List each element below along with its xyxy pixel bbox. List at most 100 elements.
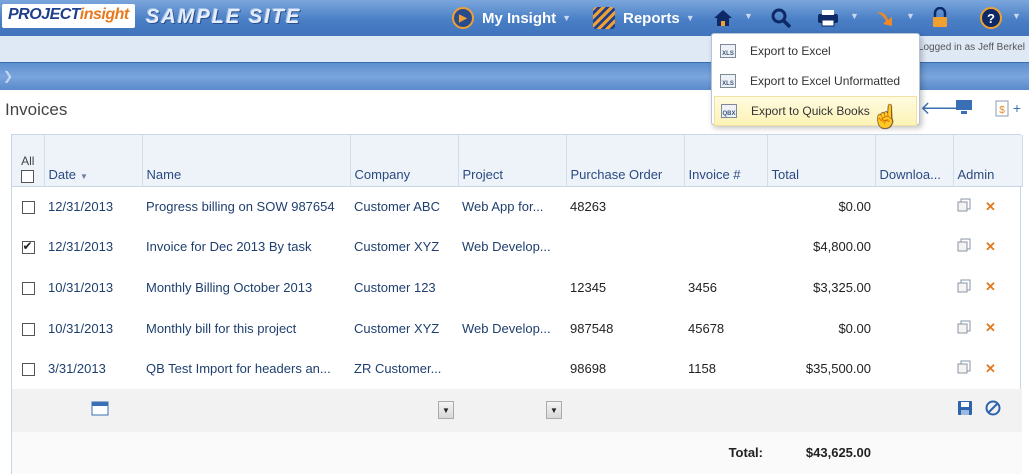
delete-icon[interactable]: ✕ [985,239,996,255]
row-checkbox[interactable] [21,282,35,296]
table-row[interactable]: 10/31/2013 Monthly Billing October 2013 Cu… [12,267,1022,308]
company-cell[interactable]: Customer XYZ [350,308,458,349]
date-cell[interactable]: 3/31/2013 [44,348,142,389]
delete-icon[interactable]: ✕ [985,320,996,336]
chevron-down-icon[interactable]: ▼ [744,11,753,21]
menu-item-export-excel[interactable]: XLS Export to Excel [712,36,919,66]
company-cell[interactable]: ZR Customer... [350,348,458,389]
invoice-number-cell: 3456 [688,279,717,295]
project-cell[interactable]: Web Develop... [458,308,566,349]
project-cell[interactable] [458,267,566,308]
column-header-purchase-order[interactable]: Purchase Order [566,135,685,187]
column-header-project[interactable]: Project [458,135,567,187]
calendar-icon[interactable] [91,401,109,420]
total-cell: $4,800.00 [813,239,871,255]
date-cell[interactable]: 12/31/2013 [44,227,142,268]
table-row[interactable]: 12/31/2013 Progress billing on SOW 987654… [12,186,1022,227]
expand-arrow-icon[interactable]: ❯ [3,69,13,83]
page-title: Invoices [5,100,68,119]
name-cell[interactable]: Monthly Billing October 2013 [142,267,350,308]
table-row[interactable]: 12/31/2013Invoice for Dec 2013 By taskCu… [12,227,1022,268]
svg-text:?: ? [987,11,995,26]
name-cell[interactable]: QB Test Import for headers an... [142,348,350,389]
total-row: Total: $43,625.00 [12,431,1022,474]
copy-icon[interactable] [957,320,973,337]
all-label: All [21,154,35,169]
row-checkbox[interactable] [21,363,35,377]
copy-icon[interactable] [957,238,973,255]
nav-my-insight-label: My Insight [482,9,557,27]
admin-cell: ✕ [953,348,1022,389]
top-navigation-bar: PROJECTinsight SAMPLE SITE ▶ My Insight … [0,0,1029,36]
row-checkbox[interactable] [21,239,35,255]
nav-reports[interactable]: Reports ▼ [593,6,695,30]
project-filter-dropdown[interactable]: ▼ [546,401,562,420]
table-row[interactable]: 10/31/2013 Monthly bill for this project C… [12,308,1022,349]
add-invoice-icon[interactable]: $ + [993,100,1023,123]
name-cell[interactable]: Progress billing on SOW 987654 [142,186,350,227]
admin-cell: ✕ [953,308,1022,349]
copy-icon[interactable] [957,360,973,377]
name-cell[interactable]: Monthly bill for this project [142,308,350,349]
company-filter-dropdown[interactable]: ▼ [438,401,454,420]
chevron-down-icon: ▼ [562,13,572,23]
column-header-name[interactable]: Name [142,135,351,187]
home-icon[interactable] [710,5,736,31]
date-cell[interactable]: 10/31/2013 [44,267,142,308]
chevron-down-icon[interactable]: ▼ [906,11,915,21]
company-cell[interactable]: Customer 123 [350,267,458,308]
lock-icon[interactable] [927,5,953,31]
date-cell[interactable]: 10/31/2013 [44,308,142,349]
company-cell[interactable]: Customer XYZ [350,227,458,268]
select-all-checkbox[interactable] [21,169,35,183]
delete-icon[interactable]: ✕ [985,361,996,377]
delete-icon[interactable]: ✕ [985,199,996,215]
site-name: SAMPLE SITE [146,6,302,28]
chevron-down-icon: ▼ [685,13,695,23]
column-header-download[interactable]: Downloa... [875,135,954,187]
project-cell[interactable]: Web Develop... [458,227,566,268]
table-row[interactable]: 3/31/2013 QB Test Import for headers an..… [12,348,1022,389]
date-cell[interactable]: 12/31/2013 [44,186,142,227]
invoice-number-cell [684,186,767,227]
chevron-down-icon[interactable]: ▼ [850,11,859,21]
invoices-grid: All Date ▼ Name Company Project Purchase … [11,134,1023,474]
nav-my-insight[interactable]: ▶ My Insight ▼ [452,6,571,30]
nav-reports-label: Reports [623,9,680,27]
svg-text:$: $ [999,105,1005,116]
row-select-cell [12,267,44,308]
project-cell[interactable] [458,348,566,389]
logged-in-text: Logged in as Jeff Berkel [917,42,1025,53]
save-icon[interactable] [957,400,973,420]
project-insight-logo[interactable]: PROJECTinsight [2,4,135,28]
download-cell [875,186,953,227]
admin-cell: ✕ [953,267,1022,308]
column-header-total[interactable]: Total [767,135,876,187]
menu-item-label: Export to Quick Books [751,104,870,118]
name-cell[interactable]: Invoice for Dec 2013 By task [142,227,350,268]
help-icon[interactable]: ? [978,5,1004,31]
delete-icon[interactable]: ✕ [985,279,996,295]
company-cell[interactable]: Customer ABC [350,186,458,227]
cancel-icon[interactable] [985,400,1001,420]
total-cell: $3,325.00 [813,279,871,295]
purchase-order-cell [566,227,684,268]
column-header-date[interactable]: Date ▼ [44,135,143,187]
copy-icon[interactable] [957,198,973,215]
copy-icon[interactable] [957,279,973,296]
printer-icon[interactable] [815,5,841,31]
total-value: $43,625.00 [767,431,875,474]
chevron-down-icon[interactable]: ▼ [1012,11,1021,21]
hand-cursor-icon: ☝ [872,104,900,129]
column-header-invoice-number[interactable]: Invoice # [684,135,768,187]
monitor-icon[interactable] [955,99,973,120]
project-cell[interactable]: Web App for... [458,186,566,227]
row-checkbox[interactable] [21,322,35,336]
download-cell [875,227,953,268]
row-checkbox[interactable] [21,201,35,215]
purchase-order-cell: 98698 [570,361,607,377]
menu-item-export-excel-unformatted[interactable]: XLS Export to Excel Unformatted [712,66,919,96]
search-icon[interactable] [768,5,794,31]
export-icon[interactable] [872,5,898,31]
column-header-company[interactable]: Company [350,135,459,187]
